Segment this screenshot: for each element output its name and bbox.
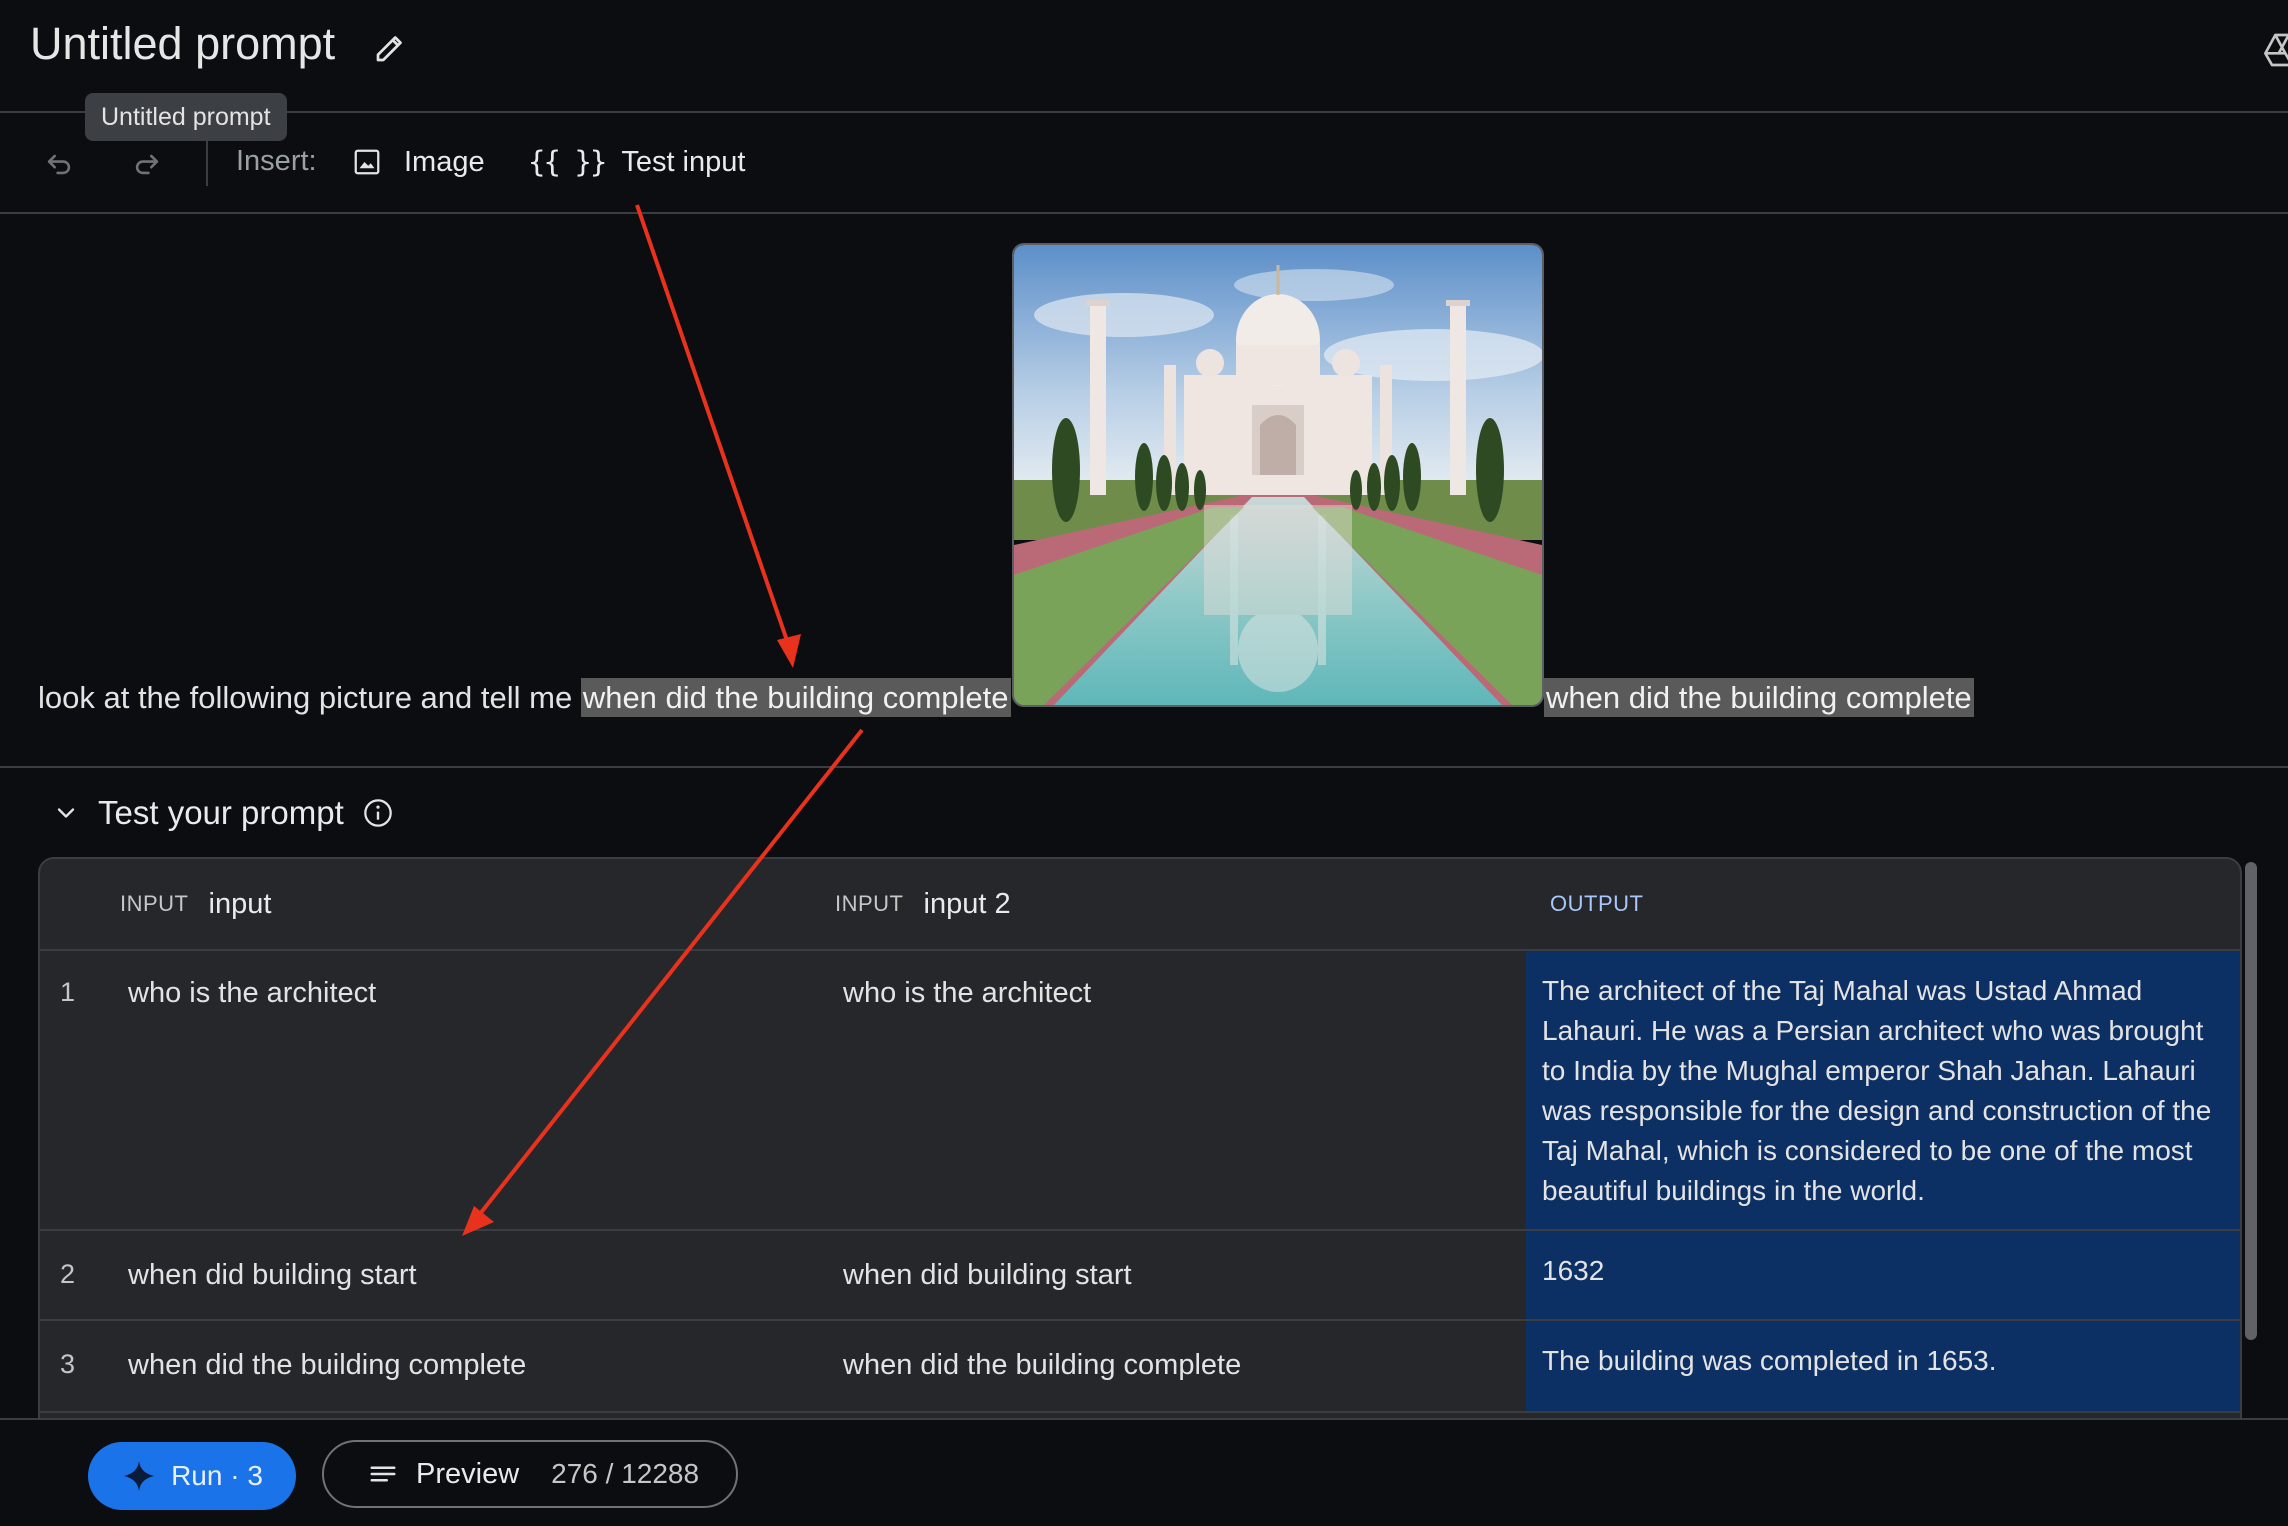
test-section-header[interactable]: Test your prompt [52, 788, 394, 838]
title-tooltip: Untitled prompt [85, 93, 287, 141]
taj-mahal-photo [1014, 245, 1542, 705]
insert-image-button[interactable]: Image [352, 138, 485, 186]
run-button[interactable]: Run · 3 [88, 1442, 296, 1510]
toolbar-separator [206, 138, 208, 186]
edit-icon[interactable] [372, 30, 408, 66]
undo-icon[interactable] [42, 146, 76, 180]
annotation-arrow-1 [635, 204, 795, 659]
row-input-2[interactable]: who is the architect [843, 977, 1091, 1010]
preview-label: Preview [416, 1457, 520, 1490]
prompt-text-after[interactable]: when did the building complete [1544, 676, 1974, 720]
row-input[interactable]: when did the building complete [128, 1349, 526, 1382]
row-input-2[interactable]: when did the building complete [843, 1349, 1241, 1382]
row-input[interactable]: when did building start [128, 1259, 417, 1292]
row-output-text: The building was completed in 1653. [1542, 1345, 1997, 1376]
table-row[interactable]: 3 when did the building complete when di… [40, 1319, 2240, 1413]
prompt-text-before: look at the following picture and tell m… [38, 680, 581, 715]
insert-test-input-label: Test input [621, 145, 746, 178]
info-icon[interactable] [362, 797, 394, 829]
column-kind: INPUT [835, 891, 904, 916]
column-kind: INPUT [120, 891, 189, 916]
page-title[interactable]: Untitled prompt [30, 18, 335, 70]
table-scrollbar[interactable] [2245, 862, 2257, 1340]
test-table: INPUT input INPUT input 2 OUTPUT 1 who i… [38, 857, 2242, 1421]
column-kind: OUTPUT [1550, 891, 1644, 916]
prompt-image[interactable] [1012, 243, 1544, 707]
braces-icon: {{ }} [528, 145, 607, 179]
column-name: input [208, 887, 272, 920]
column-header-input[interactable]: INPUT input [120, 859, 271, 949]
column-header-output: OUTPUT [1550, 859, 1643, 949]
column-name: input 2 [923, 887, 1011, 920]
header-divider [0, 111, 2288, 113]
preview-button[interactable]: Preview 276 / 12288 [322, 1440, 738, 1508]
row-number: 1 [60, 977, 76, 1007]
toolbar-divider [0, 212, 2288, 214]
row-number: 2 [60, 1259, 76, 1289]
row-output-text: 1632 [1542, 1255, 1605, 1286]
row-output[interactable]: 1632 [1526, 1231, 2240, 1321]
prompt-text[interactable]: look at the following picture and tell m… [38, 676, 1011, 720]
drive-icon[interactable] [2262, 30, 2288, 70]
image-icon [354, 149, 380, 175]
table-row[interactable]: 2 when did building start when did build… [40, 1229, 2240, 1321]
prompt-variable-chip-2[interactable]: when did the building complete [1544, 678, 1974, 717]
insert-image-label: Image [404, 145, 485, 178]
row-output-text: The architect of the Taj Mahal was Ustad… [1542, 975, 2212, 1206]
redo-icon[interactable] [130, 146, 164, 180]
row-output[interactable]: The architect of the Taj Mahal was Ustad… [1526, 951, 2240, 1231]
prompt-divider [0, 766, 2288, 768]
insert-label: Insert: [236, 145, 317, 177]
table-row[interactable]: 1 who is the architect who is the archit… [40, 949, 2240, 1231]
insert-test-input-button[interactable]: {{ }} Test input [528, 138, 745, 186]
annotation-arrowhead-1 [777, 634, 801, 668]
preview-lines-icon [370, 1466, 396, 1482]
row-input-2[interactable]: when did building start [843, 1259, 1132, 1292]
sparkle-icon [124, 1461, 155, 1491]
token-count: 276 / 12288 [551, 1458, 700, 1489]
column-header-input-2[interactable]: INPUT input 2 [835, 859, 1011, 949]
prompt-variable-chip[interactable]: when did the building complete [580, 678, 1011, 717]
row-number: 3 [60, 1349, 76, 1379]
test-section-title: Test your prompt [98, 794, 344, 831]
chevron-down-icon[interactable] [52, 799, 80, 827]
row-output[interactable]: The building was completed in 1653. [1526, 1321, 2240, 1413]
run-label: Run · 3 [171, 1460, 263, 1491]
row-input[interactable]: who is the architect [128, 977, 376, 1010]
